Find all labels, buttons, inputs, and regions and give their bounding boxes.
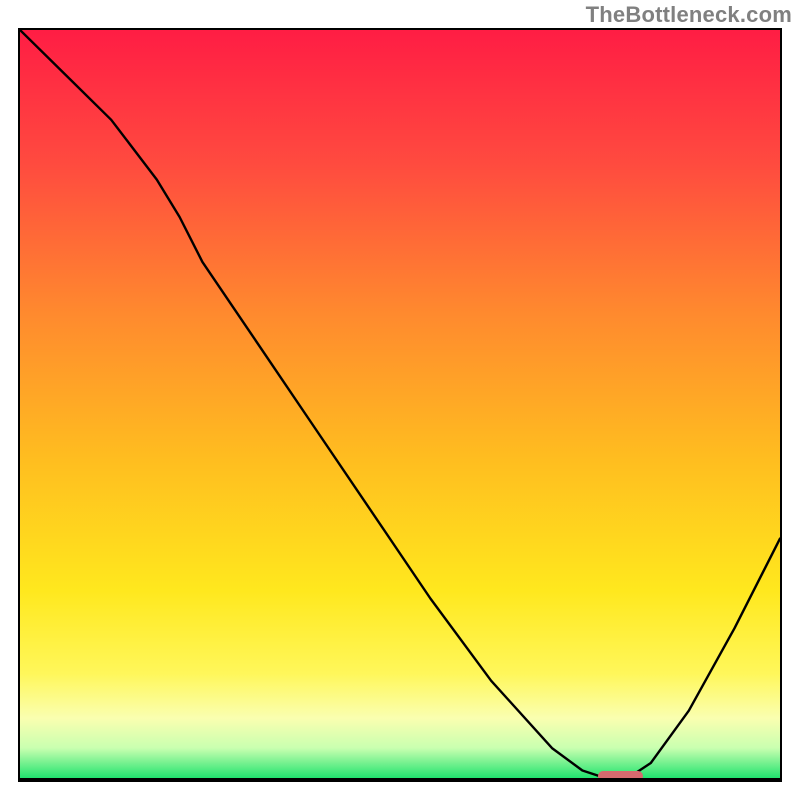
optimum-marker xyxy=(598,771,644,781)
plot-area xyxy=(18,28,782,782)
watermark-text: TheBottleneck.com xyxy=(586,2,792,28)
chart-container: TheBottleneck.com xyxy=(0,0,800,800)
bottleneck-curve xyxy=(20,30,780,778)
